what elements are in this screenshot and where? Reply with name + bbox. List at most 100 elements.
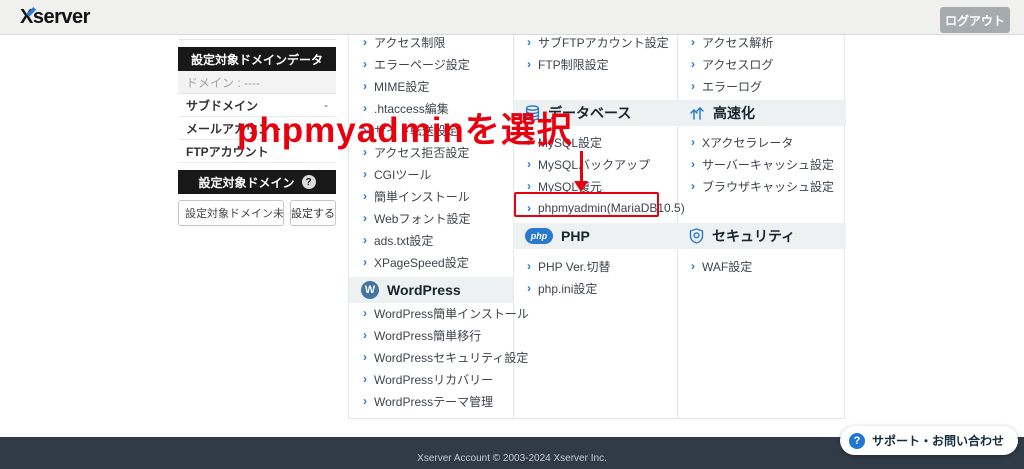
support-button[interactable]: サポート・お問い合わせ	[840, 426, 1018, 455]
menu-item[interactable]: CGIツール	[349, 163, 513, 185]
menu-item[interactable]: エラーログ	[677, 75, 846, 97]
speed-section-title: 高速化	[713, 103, 755, 123]
menu-item[interactable]: 簡単インストール	[349, 185, 513, 207]
chevron-right-icon	[527, 282, 531, 294]
security-menu-list: WAF設定	[677, 255, 846, 277]
menu-item[interactable]: ブラウザキャッシュ設定	[677, 175, 846, 197]
sidebar-top-divider	[178, 39, 336, 40]
chevron-right-icon	[363, 351, 367, 363]
menu-item[interactable]: ads.txt設定	[349, 229, 513, 251]
menu-column-database: サブFTPアカウント設定 FTP制限設定 データベース MySQL設定	[513, 35, 677, 418]
chevron-right-icon	[691, 136, 695, 148]
annotation-text: phpmyadminを選択	[237, 112, 573, 151]
menu-item-label: サブFTPアカウント設定	[538, 34, 669, 51]
chevron-right-icon	[363, 58, 367, 70]
menu-item-label: エラーログ	[702, 78, 762, 95]
target-domain-title-label: 設定対象ドメイン	[198, 174, 294, 191]
top-header: Xserver ログアウト	[0, 0, 1024, 35]
menu-item-label: CGIツール	[374, 166, 431, 183]
chevron-right-icon	[363, 168, 367, 180]
chevron-right-icon	[527, 158, 531, 170]
menu-item[interactable]: WordPress簡単インストール	[349, 302, 513, 324]
menu-item[interactable]: MIME設定	[349, 75, 513, 97]
menu-item-label: アクセス解析	[702, 34, 773, 51]
help-question-icon[interactable]	[302, 175, 316, 189]
domain-select-value: 設定対象ドメイン未	[185, 205, 284, 221]
xserver-logo: Xserver	[20, 6, 90, 29]
menu-item-label: XPageSpeed設定	[374, 254, 469, 271]
menu-item-label: アクセスログ	[702, 56, 773, 73]
menu-panel: アクセス制限 エラーページ設定 MIME設定 .htaccess編集	[348, 35, 845, 419]
chevron-right-icon	[363, 36, 367, 48]
chevron-right-icon	[691, 260, 695, 272]
domain-row: ドメイン : ----	[178, 71, 336, 94]
wordpress-section-header: W WordPress	[349, 277, 513, 303]
menu-item[interactable]: エラーページ設定	[349, 53, 513, 75]
chevron-right-icon	[363, 256, 367, 268]
target-domain-title: 設定対象ドメイン	[178, 170, 336, 194]
chevron-right-icon	[363, 395, 367, 407]
speed-up-arrows-icon	[689, 105, 705, 121]
menu-item-label: MySQLバックアップ	[538, 156, 650, 173]
menu-item[interactable]: PHP Ver.切替	[513, 255, 677, 277]
menu-item-label: WordPress簡単インストール	[374, 305, 529, 322]
menu-item-label: アクセス制限	[374, 34, 445, 51]
menu-item[interactable]: WordPressテーマ管理	[349, 390, 513, 412]
menu-item-label: MIME設定	[374, 78, 429, 95]
menu-item[interactable]: FTP制限設定	[513, 53, 677, 75]
security-section-title: セキュリティ	[712, 226, 795, 246]
security-section-header: セキュリティ	[677, 223, 846, 249]
wordpress-icon: W	[361, 281, 379, 299]
set-domain-button[interactable]: 設定する	[290, 200, 336, 226]
menu-column-logs-speed: アクセス解析 アクセスログ エラーログ 高速化	[677, 35, 846, 418]
chevron-right-icon	[527, 58, 531, 70]
menu-item[interactable]: Xアクセラレータ	[677, 131, 846, 153]
chevron-right-icon	[691, 36, 695, 48]
target-domain-box: 設定対象ドメイン	[178, 170, 336, 194]
menu-item-label: FTP制限設定	[538, 56, 609, 73]
menu-item-label: Xアクセラレータ	[702, 134, 793, 151]
chevron-right-icon	[363, 212, 367, 224]
chevron-right-icon	[363, 307, 367, 319]
chevron-right-icon	[363, 373, 367, 385]
menu-item[interactable]: MySQLバックアップ	[513, 153, 677, 175]
menu-item-label: ads.txt設定	[374, 232, 433, 249]
annotation-arrow-head-icon	[574, 181, 588, 192]
site-menu-list: アクセス制限 エラーページ設定 MIME設定 .htaccess編集	[349, 31, 513, 273]
xserver-logo-x-icon: Xserver	[20, 6, 90, 29]
menu-item[interactable]: php.ini設定	[513, 277, 677, 299]
speed-section-header: 高速化	[677, 100, 846, 126]
wordpress-section-title: WordPress	[387, 282, 461, 298]
menu-item[interactable]: アクセスログ	[677, 53, 846, 75]
domain-select[interactable]: 設定対象ドメイン未	[178, 200, 284, 226]
menu-item-label: ブラウザキャッシュ設定	[702, 178, 834, 195]
chevron-right-icon	[527, 36, 531, 48]
menu-item[interactable]: WordPressリカバリー	[349, 368, 513, 390]
php-section-header: php PHP	[513, 223, 677, 249]
menu-item[interactable]: サーバーキャッシュ設定	[677, 153, 846, 175]
target-domain-controls: 設定対象ドメイン未 設定する	[178, 200, 336, 226]
menu-item-label: Webフォント設定	[374, 210, 470, 227]
menu-item-label: php.ini設定	[538, 280, 597, 297]
menu-item-label: WordPress簡単移行	[374, 327, 481, 344]
menu-item[interactable]: XPageSpeed設定	[349, 251, 513, 273]
menu-item[interactable]: WAF設定	[677, 255, 846, 277]
menu-item[interactable]: Webフォント設定	[349, 207, 513, 229]
php-menu-list: PHP Ver.切替 php.ini設定	[513, 255, 677, 299]
row-value: -	[324, 98, 328, 112]
chevron-right-icon	[691, 180, 695, 192]
menu-item-label: WordPressセキュリティ設定	[374, 349, 528, 366]
chevron-right-icon	[527, 260, 531, 272]
logout-button[interactable]: ログアウト	[940, 7, 1010, 33]
php-section-title: PHP	[561, 228, 590, 244]
speed-menu-list: Xアクセラレータ サーバーキャッシュ設定 ブラウザキャッシュ設定	[677, 131, 846, 197]
menu-item-label: PHP Ver.切替	[538, 258, 610, 275]
menu-item-label: WAF設定	[702, 258, 752, 275]
php-icon: php	[525, 228, 553, 244]
ftp-menu-list: サブFTPアカウント設定 FTP制限設定	[513, 31, 677, 75]
chevron-right-icon	[363, 190, 367, 202]
menu-item[interactable]: WordPressセキュリティ設定	[349, 346, 513, 368]
wordpress-menu-list: WordPress簡単インストール WordPress簡単移行 WordPres…	[349, 302, 513, 412]
annotation-highlight-box	[514, 192, 659, 217]
menu-item[interactable]: WordPress簡単移行	[349, 324, 513, 346]
